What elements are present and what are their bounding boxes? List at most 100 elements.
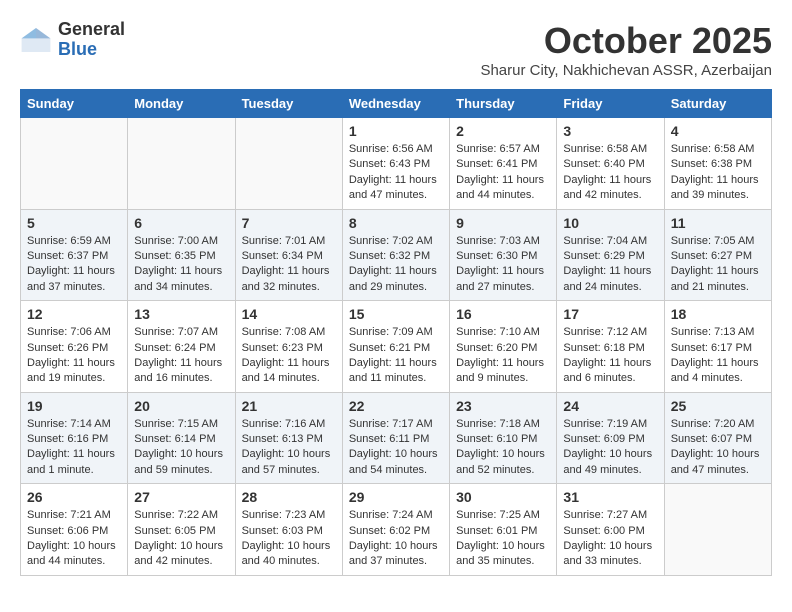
day-number: 31 [563, 489, 657, 505]
day-info: Sunrise: 7:21 AM Sunset: 6:06 PM Dayligh… [27, 508, 121, 570]
calendar-cell: 22 Sunrise: 7:17 AM Sunset: 6:11 PM Dayli… [342, 392, 449, 484]
calendar-cell [235, 118, 342, 210]
day-info: Sunrise: 7:16 AM Sunset: 6:13 PM Dayligh… [242, 417, 336, 479]
day-number: 28 [242, 489, 336, 505]
day-number: 18 [671, 306, 765, 322]
day-number: 4 [671, 123, 765, 139]
day-info: Sunrise: 6:59 AM Sunset: 6:37 PM Dayligh… [27, 234, 121, 296]
day-info: Sunrise: 6:58 AM Sunset: 6:40 PM Dayligh… [563, 142, 657, 204]
day-info: Sunrise: 7:23 AM Sunset: 6:03 PM Dayligh… [242, 508, 336, 570]
day-info: Sunrise: 7:03 AM Sunset: 6:30 PM Dayligh… [456, 234, 550, 296]
calendar-cell: 7 Sunrise: 7:01 AM Sunset: 6:34 PM Daylig… [235, 209, 342, 301]
calendar-cell: 2Sunrise: 6:57 AM Sunset: 6:41 PM Daylig… [450, 118, 557, 210]
calendar-cell: 10 Sunrise: 7:04 AM Sunset: 6:29 PM Dayli… [557, 209, 664, 301]
col-header-monday: Monday [128, 90, 235, 118]
day-number: 14 [242, 306, 336, 322]
day-info: Sunrise: 7:06 AM Sunset: 6:26 PM Dayligh… [27, 325, 121, 387]
day-info: Sunrise: 7:04 AM Sunset: 6:29 PM Dayligh… [563, 234, 657, 296]
calendar-cell: 25 Sunrise: 7:20 AM Sunset: 6:07 PM Dayli… [664, 392, 771, 484]
calendar-cell: 3 Sunrise: 6:58 AM Sunset: 6:40 PM Daylig… [557, 118, 664, 210]
day-number: 9 [456, 215, 550, 231]
week-row-4: 19 Sunrise: 7:14 AM Sunset: 6:16 PM Dayli… [21, 392, 772, 484]
calendar-cell: 9 Sunrise: 7:03 AM Sunset: 6:30 PM Daylig… [450, 209, 557, 301]
day-info: Sunrise: 7:27 AM Sunset: 6:00 PM Dayligh… [563, 508, 657, 570]
day-number: 27 [134, 489, 228, 505]
col-header-saturday: Saturday [664, 90, 771, 118]
calendar-cell: 20Sunrise: 7:15 AM Sunset: 6:14 PM Dayli… [128, 392, 235, 484]
day-number: 7 [242, 215, 336, 231]
calendar-cell [128, 118, 235, 210]
header-row: SundayMondayTuesdayWednesdayThursdayFrid… [21, 90, 772, 118]
col-header-thursday: Thursday [450, 90, 557, 118]
col-header-wednesday: Wednesday [342, 90, 449, 118]
week-row-5: 26 Sunrise: 7:21 AM Sunset: 6:06 PM Dayli… [21, 484, 772, 576]
day-info: Sunrise: 7:08 AM Sunset: 6:23 PM Dayligh… [242, 325, 336, 387]
calendar-cell: 5 Sunrise: 6:59 AM Sunset: 6:37 PM Daylig… [21, 209, 128, 301]
calendar-cell: 29 Sunrise: 7:24 AM Sunset: 6:02 PM Dayli… [342, 484, 449, 576]
day-info: Sunrise: 7:00 AM Sunset: 6:35 PM Dayligh… [134, 234, 228, 296]
day-number: 26 [27, 489, 121, 505]
calendar-cell: 30Sunrise: 7:25 AM Sunset: 6:01 PM Dayli… [450, 484, 557, 576]
calendar-cell: 15 Sunrise: 7:09 AM Sunset: 6:21 PM Dayli… [342, 301, 449, 393]
calendar-cell: 8 Sunrise: 7:02 AM Sunset: 6:32 PM Daylig… [342, 209, 449, 301]
logo: General Blue [20, 20, 125, 60]
day-number: 12 [27, 306, 121, 322]
day-number: 8 [349, 215, 443, 231]
logo-blue-label: Blue [58, 40, 125, 60]
calendar-cell: 1Sunrise: 6:56 AM Sunset: 6:43 PM Daylig… [342, 118, 449, 210]
day-info: Sunrise: 7:14 AM Sunset: 6:16 PM Dayligh… [27, 417, 121, 479]
day-number: 24 [563, 398, 657, 414]
day-info: Sunrise: 7:15 AM Sunset: 6:14 PM Dayligh… [134, 417, 228, 479]
day-number: 17 [563, 306, 657, 322]
day-info: Sunrise: 7:05 AM Sunset: 6:27 PM Dayligh… [671, 234, 765, 296]
day-info: Sunrise: 7:17 AM Sunset: 6:11 PM Dayligh… [349, 417, 443, 479]
calendar-cell: 16 Sunrise: 7:10 AM Sunset: 6:20 PM Dayli… [450, 301, 557, 393]
calendar-cell: 4 Sunrise: 6:58 AM Sunset: 6:38 PM Daylig… [664, 118, 771, 210]
day-info: Sunrise: 7:13 AM Sunset: 6:17 PM Dayligh… [671, 325, 765, 387]
day-number: 15 [349, 306, 443, 322]
day-info: Sunrise: 6:58 AM Sunset: 6:38 PM Dayligh… [671, 142, 765, 204]
calendar-cell: 31 Sunrise: 7:27 AM Sunset: 6:00 PM Dayli… [557, 484, 664, 576]
day-info: Sunrise: 7:22 AM Sunset: 6:05 PM Dayligh… [134, 508, 228, 570]
calendar-cell [21, 118, 128, 210]
day-number: 22 [349, 398, 443, 414]
day-info: Sunrise: 7:25 AM Sunset: 6:01 PM Dayligh… [456, 508, 550, 570]
day-info: Sunrise: 6:57 AM Sunset: 6:41 PM Dayligh… [456, 142, 550, 204]
day-number: 10 [563, 215, 657, 231]
day-info: Sunrise: 7:10 AM Sunset: 6:20 PM Dayligh… [456, 325, 550, 387]
calendar-cell: 13Sunrise: 7:07 AM Sunset: 6:24 PM Dayli… [128, 301, 235, 393]
day-number: 11 [671, 215, 765, 231]
calendar-cell: 11 Sunrise: 7:05 AM Sunset: 6:27 PM Dayli… [664, 209, 771, 301]
logo-icon [20, 24, 52, 56]
calendar-table: SundayMondayTuesdayWednesdayThursdayFrid… [20, 89, 772, 576]
week-row-3: 12 Sunrise: 7:06 AM Sunset: 6:26 PM Dayli… [21, 301, 772, 393]
day-info: Sunrise: 7:09 AM Sunset: 6:21 PM Dayligh… [349, 325, 443, 387]
calendar-cell: 12 Sunrise: 7:06 AM Sunset: 6:26 PM Dayli… [21, 301, 128, 393]
day-info: Sunrise: 7:20 AM Sunset: 6:07 PM Dayligh… [671, 417, 765, 479]
day-info: Sunrise: 7:01 AM Sunset: 6:34 PM Dayligh… [242, 234, 336, 296]
title-block: October 2025 Sharur City, Nakhichevan AS… [480, 20, 772, 79]
day-number: 3 [563, 123, 657, 139]
location-label: Sharur City, Nakhichevan ASSR, Azerbaija… [480, 62, 772, 79]
day-info: Sunrise: 7:24 AM Sunset: 6:02 PM Dayligh… [349, 508, 443, 570]
calendar-cell: 14 Sunrise: 7:08 AM Sunset: 6:23 PM Dayli… [235, 301, 342, 393]
day-number: 16 [456, 306, 550, 322]
day-number: 5 [27, 215, 121, 231]
calendar-cell: 23 Sunrise: 7:18 AM Sunset: 6:10 PM Dayli… [450, 392, 557, 484]
calendar-cell: 6Sunrise: 7:00 AM Sunset: 6:35 PM Daylig… [128, 209, 235, 301]
calendar-cell [664, 484, 771, 576]
calendar-cell: 26 Sunrise: 7:21 AM Sunset: 6:06 PM Dayli… [21, 484, 128, 576]
day-number: 13 [134, 306, 228, 322]
day-number: 29 [349, 489, 443, 505]
calendar-cell: 19 Sunrise: 7:14 AM Sunset: 6:16 PM Dayli… [21, 392, 128, 484]
calendar-cell: 17 Sunrise: 7:12 AM Sunset: 6:18 PM Dayli… [557, 301, 664, 393]
day-info: Sunrise: 7:18 AM Sunset: 6:10 PM Dayligh… [456, 417, 550, 479]
day-number: 25 [671, 398, 765, 414]
day-number: 19 [27, 398, 121, 414]
day-info: Sunrise: 7:02 AM Sunset: 6:32 PM Dayligh… [349, 234, 443, 296]
day-info: Sunrise: 7:12 AM Sunset: 6:18 PM Dayligh… [563, 325, 657, 387]
day-number: 23 [456, 398, 550, 414]
col-header-tuesday: Tuesday [235, 90, 342, 118]
calendar-cell: 18 Sunrise: 7:13 AM Sunset: 6:17 PM Dayli… [664, 301, 771, 393]
week-row-2: 5 Sunrise: 6:59 AM Sunset: 6:37 PM Daylig… [21, 209, 772, 301]
